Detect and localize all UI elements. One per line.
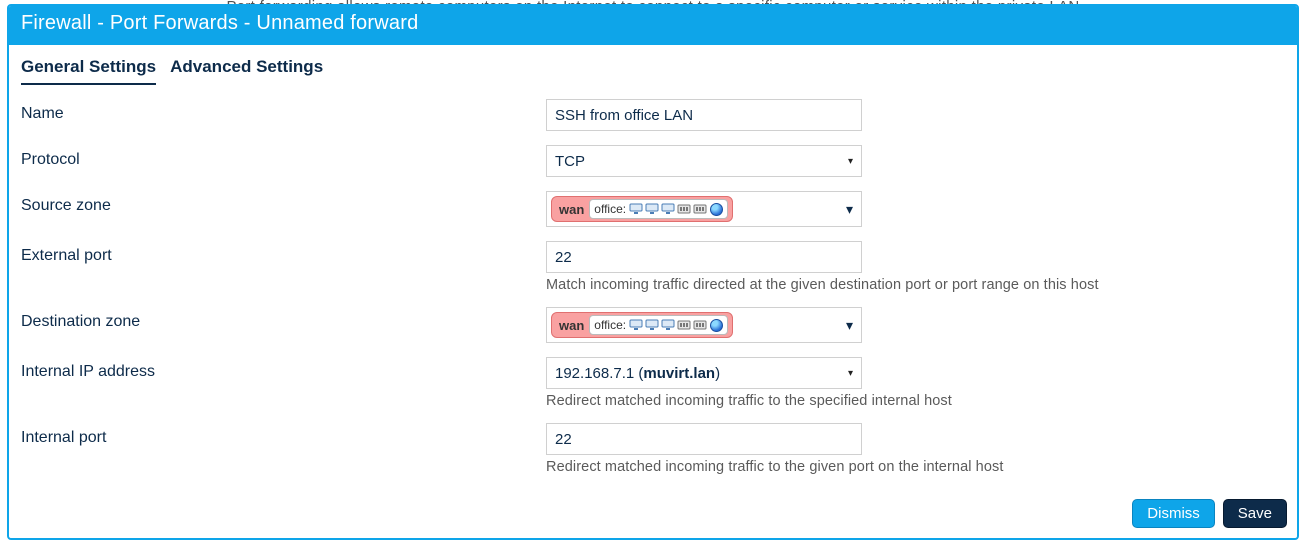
globe-icon: [710, 319, 723, 332]
row-protocol: Protocol TCP ▾: [11, 141, 1285, 181]
row-external-port: External port Match incoming traffic dir…: [11, 237, 1285, 297]
label-source-zone: Source zone: [11, 191, 546, 215]
internal-ip-select[interactable]: 192.168.7.1 (muvirt.lan) ▾: [546, 357, 862, 389]
port-forward-modal: Firewall - Port Forwards - Unnamed forwa…: [7, 4, 1299, 540]
help-internal-ip: Redirect matched incoming traffic to the…: [546, 393, 1285, 409]
label-internal-ip: Internal IP address: [11, 357, 546, 381]
network-interface-icon: [629, 319, 643, 331]
tabs: General Settings Advanced Settings: [11, 53, 1285, 85]
external-port-input[interactable]: [546, 241, 862, 273]
dismiss-button[interactable]: Dismiss: [1132, 499, 1215, 528]
zone-name: wan: [556, 318, 587, 333]
chevron-down-icon: ▾: [846, 317, 853, 334]
network-interface-icon: [661, 319, 675, 331]
help-internal-port: Redirect matched incoming traffic to the…: [546, 459, 1285, 475]
row-internal-port: Internal port Redirect matched incoming …: [11, 419, 1285, 479]
zone-badge-wan: wan office:: [551, 196, 733, 222]
destination-zone-select[interactable]: wan office: ▾: [546, 307, 862, 343]
ethernet-icon: [693, 319, 707, 331]
ethernet-icon: [677, 203, 691, 215]
label-internal-port: Internal port: [11, 423, 546, 447]
zone-name: wan: [556, 202, 587, 217]
protocol-select[interactable]: TCP ▾: [546, 145, 862, 177]
row-destination-zone: Destination zone wan office:: [11, 303, 1285, 347]
label-name: Name: [11, 99, 546, 123]
ethernet-icon: [677, 319, 691, 331]
internal-port-input[interactable]: [546, 423, 862, 455]
label-external-port: External port: [11, 241, 546, 265]
tab-advanced-settings[interactable]: Advanced Settings: [170, 53, 323, 85]
network-interface-icon: [645, 319, 659, 331]
help-external-port: Match incoming traffic directed at the g…: [546, 277, 1285, 293]
save-button[interactable]: Save: [1223, 499, 1287, 528]
ethernet-icon: [693, 203, 707, 215]
globe-icon: [710, 203, 723, 216]
row-source-zone: Source zone wan office:: [11, 187, 1285, 231]
chevron-down-icon: ▾: [848, 368, 853, 379]
zone-interfaces: office:: [589, 199, 728, 219]
modal-body: General Settings Advanced Settings Name …: [9, 45, 1297, 493]
zone-interfaces: office:: [589, 315, 728, 335]
protocol-value: TCP: [555, 153, 585, 170]
network-interface-icon: [661, 203, 675, 215]
label-protocol: Protocol: [11, 145, 546, 169]
name-input[interactable]: [546, 99, 862, 131]
network-interface-icon: [645, 203, 659, 215]
chevron-down-icon: ▾: [846, 201, 853, 218]
row-name: Name: [11, 95, 1285, 135]
source-zone-select[interactable]: wan office: ▾: [546, 191, 862, 227]
row-internal-ip: Internal IP address 192.168.7.1 (muvirt.…: [11, 353, 1285, 413]
network-interface-icon: [629, 203, 643, 215]
label-destination-zone: Destination zone: [11, 307, 546, 331]
modal-footer: Dismiss Save: [9, 493, 1297, 538]
tab-general-settings[interactable]: General Settings: [21, 53, 156, 85]
internal-ip-value: 192.168.7.1 (muvirt.lan): [555, 365, 720, 382]
chevron-down-icon: ▾: [848, 156, 853, 167]
modal-title: Firewall - Port Forwards - Unnamed forwa…: [9, 6, 1297, 45]
zone-badge-wan: wan office:: [551, 312, 733, 338]
